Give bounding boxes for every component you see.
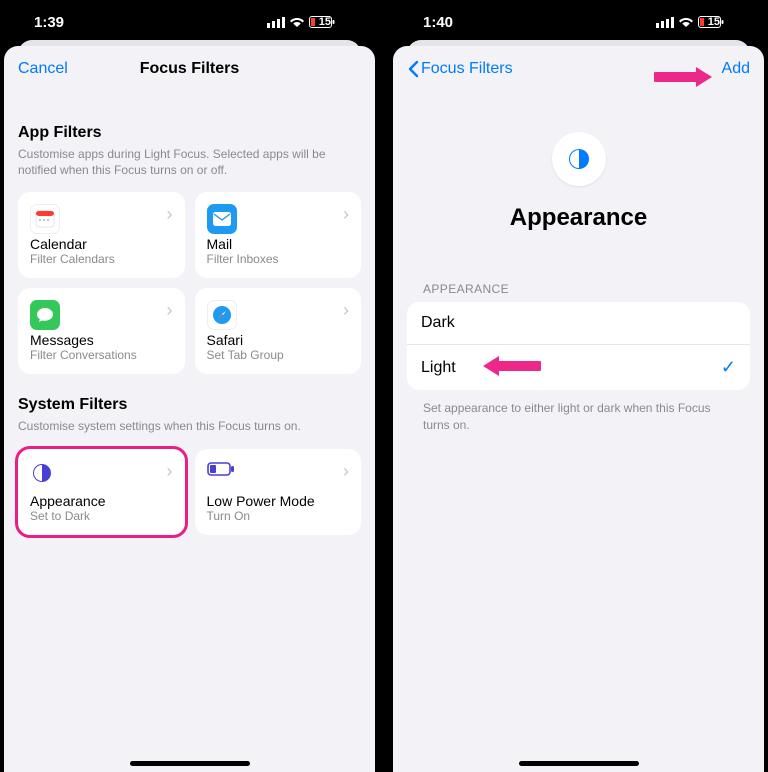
back-label: Focus Filters [421, 60, 513, 78]
section-sub-app: Customise apps during Light Focus. Selec… [18, 146, 361, 178]
back-button[interactable]: Focus Filters [407, 60, 513, 78]
status-battery: 15 [708, 16, 720, 28]
card-sub: Set Tab Group [207, 348, 350, 362]
status-icons: 15 [656, 16, 740, 28]
add-button[interactable]: Add [722, 60, 750, 78]
card-title: Calendar [30, 236, 173, 252]
content: App Filters Customise apps during Light … [4, 92, 375, 772]
app-filters-grid: › Calendar Filter Calendars › [18, 192, 361, 374]
status-time: 1:39 [34, 14, 64, 31]
filter-card-mail[interactable]: › Mail Filter Inboxes [195, 192, 362, 278]
annotation-arrow-light [481, 353, 541, 379]
status-bar: 1:39 15 [0, 0, 379, 44]
messages-icon [30, 300, 60, 330]
chevron-right-icon: › [343, 204, 349, 225]
card-title: Messages [30, 332, 173, 348]
row-label: Dark [421, 314, 455, 332]
navbar: Focus Filters Add [393, 46, 764, 92]
status-battery: 15 [319, 16, 331, 28]
chevron-right-icon: › [343, 461, 349, 482]
filter-card-messages[interactable]: › Messages Filter Conversations [18, 288, 185, 374]
phone-left: 1:39 15 Cancel Focus Filters App Filters… [0, 0, 379, 772]
card-sub: Set to Dark [30, 509, 173, 523]
hero: Appearance [407, 92, 750, 262]
card-title: Appearance [30, 493, 173, 509]
phone-right: 1:40 15 Focus Filters Add Appeara [389, 0, 768, 772]
chevron-right-icon: › [167, 300, 173, 321]
page-title: Focus Filters [4, 60, 375, 78]
check-icon: ✓ [721, 357, 736, 378]
row-dark[interactable]: Dark [407, 302, 750, 344]
chevron-right-icon: › [343, 300, 349, 321]
list-header: APPEARANCE [423, 282, 750, 296]
sheet: Focus Filters Add Appearance APPEARANCE … [393, 46, 764, 772]
filter-card-appearance[interactable]: › Appearance Set to Dark [18, 449, 185, 535]
filter-card-lowpower[interactable]: › Low Power Mode Turn On [195, 449, 362, 535]
appearance-icon [552, 132, 606, 186]
section-sub-system: Customise system settings when this Focu… [18, 418, 361, 434]
content: Appearance APPEARANCE Dark Light ✓ Set a… [393, 92, 764, 772]
filter-card-calendar[interactable]: › Calendar Filter Calendars [18, 192, 185, 278]
safari-icon [207, 300, 237, 330]
card-title: Mail [207, 236, 350, 252]
card-sub: Filter Inboxes [207, 252, 350, 266]
navbar: Cancel Focus Filters [4, 46, 375, 92]
row-light[interactable]: Light ✓ [407, 344, 750, 390]
chevron-right-icon: › [167, 204, 173, 225]
card-sub: Turn On [207, 509, 350, 523]
card-title: Low Power Mode [207, 493, 350, 509]
row-label: Light [421, 359, 456, 377]
card-sub: Filter Conversations [30, 348, 173, 362]
card-sub: Filter Calendars [30, 252, 173, 266]
system-filters-grid: › Appearance Set to Dark › [18, 449, 361, 535]
appearance-list: Dark Light ✓ [407, 302, 750, 390]
appearance-icon [30, 461, 54, 490]
battery-icon [207, 461, 235, 482]
sheet: Cancel Focus Filters App Filters Customi… [4, 46, 375, 772]
home-indicator[interactable] [130, 761, 250, 766]
status-icons: 15 [267, 16, 351, 28]
section-title-app: App Filters [18, 124, 361, 142]
status-bar: 1:40 15 [389, 0, 768, 44]
chevron-right-icon: › [167, 461, 173, 482]
card-title: Safari [207, 332, 350, 348]
status-time: 1:40 [423, 14, 453, 31]
chevron-left-icon [407, 60, 419, 78]
section-title-system: System Filters [18, 396, 361, 414]
home-indicator[interactable] [519, 761, 639, 766]
hero-title: Appearance [510, 204, 647, 232]
mail-icon [207, 204, 237, 234]
footer-note: Set appearance to either light or dark w… [423, 400, 734, 434]
calendar-icon [30, 204, 60, 234]
filter-card-safari[interactable]: › Safari Set Tab Group [195, 288, 362, 374]
